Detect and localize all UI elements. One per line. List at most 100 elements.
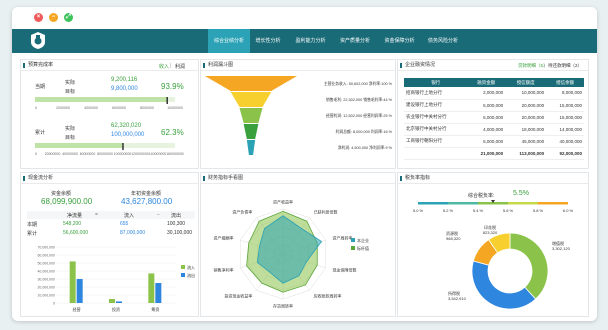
funnel-label: 销售毛利: 22,302,000 销售毛利率:44 %	[326, 97, 393, 102]
cash-cell: 548,200	[63, 221, 82, 227]
table-cell: 农业银行中关村分行	[404, 111, 468, 124]
nav-tab-0[interactable]: 综合业绩分析	[208, 29, 250, 53]
cash-cell: 100,300	[167, 221, 186, 227]
table-row[interactable]: 农业银行中关村分行 5,000,000 20,000,000 15,000,000	[404, 111, 584, 124]
maximize-icon[interactable]: ⤢	[64, 13, 73, 22]
total-cell	[404, 147, 468, 160]
cumulative-target: 100,000,000	[111, 132, 145, 138]
table-row[interactable]: 建设银行上地分行 5,000,000 20,000,000 15,000,000	[404, 99, 584, 112]
scale-label: 5.4 %	[473, 208, 484, 213]
scale-segment	[448, 202, 478, 205]
minimize-icon[interactable]: −	[49, 13, 58, 22]
year-balance-value: 43,627,800.00	[121, 197, 173, 206]
cash-row-label: 累计	[27, 231, 38, 237]
table-row[interactable]: 北京银行中关村分行 4,000,000 18,000,000 14,000,000	[404, 123, 584, 136]
cash-cell: 30,100,000	[167, 230, 193, 236]
progress-marker	[166, 97, 168, 104]
tab-income[interactable]: 收入	[159, 63, 169, 70]
scale-tick: 0	[35, 152, 37, 156]
y-tick-label: 60,000,000	[37, 254, 55, 258]
pie-value: 823,320	[483, 230, 498, 235]
scale-tick: 60000000	[80, 152, 96, 156]
bar-流入	[109, 299, 115, 303]
table-cell: 北京银行中关村分行	[404, 123, 468, 136]
close-icon[interactable]: ×	[34, 13, 43, 22]
y-tick-label: 70,000,000	[37, 246, 55, 250]
title-bar: × − ⤢	[12, 7, 597, 29]
funnel-label: 利润总额: 8,000,000 利润率:16 %	[336, 129, 393, 134]
table-cell: 8,000,000	[546, 87, 584, 100]
x-tick-label: 投资	[112, 306, 120, 312]
scale-tick: 20000000	[45, 152, 61, 156]
table-cell: 4,000,000	[467, 123, 506, 136]
pie-value: 3,542,910	[448, 296, 467, 301]
pie-value: 968,320	[446, 236, 461, 241]
y-tick-label: 20,000,000	[37, 286, 55, 290]
app-logo-icon	[31, 32, 45, 49]
radar-axis-label: 已获利息倍数	[314, 208, 338, 214]
nav-tab-1[interactable]: 增长性分析	[250, 29, 286, 53]
tax-rate-value: 5.5%	[513, 190, 529, 197]
table-cell: 40,000,000	[546, 135, 584, 148]
cash-col-header: 流出	[171, 213, 182, 219]
target-label: 目标	[65, 135, 76, 141]
tax-pie-chart: 增值税3,302,120所得税3,542,910资源税968,320印花税823…	[446, 224, 571, 310]
repay-detail-link[interactable]: 待还款明细（2）	[548, 63, 582, 69]
progress-fill	[35, 143, 123, 148]
cash-cell: 56,600,000	[63, 230, 89, 236]
x-tick-label: 经营	[73, 306, 81, 312]
y-tick-label: 10,000,000	[37, 294, 55, 298]
bar-流出	[76, 279, 83, 303]
actual-label: 实际	[65, 80, 76, 86]
tab-profit[interactable]: 利润	[175, 63, 185, 70]
nav-tab-2[interactable]: 盈利能力分析	[289, 29, 332, 53]
funnel-segment	[230, 92, 272, 107]
panel-title: 税负率指标	[398, 173, 588, 184]
funnel-panel: 利润漏斗图 主营业务收入: 50,602,000 净利率:100 % 销售毛利: …	[200, 59, 396, 169]
funnel-segment	[243, 124, 259, 139]
current-progress-bar: 0 2000000 4000000 6000000 8000000 10000000	[35, 97, 183, 110]
tax-rate-scale: 5.0 % 5.2 % 5.4 % 5.6 % 5.8 % 6.0 %	[413, 200, 574, 213]
current-target: 9,800,000	[111, 86, 138, 92]
table-cell: 15,000,000	[546, 111, 584, 124]
table-row[interactable]: 招商银行上地分行 2,000,000 10,000,000 8,000,000	[404, 87, 584, 100]
legend-swatch	[351, 238, 355, 242]
table-cell: 建设银行上地分行	[404, 99, 468, 112]
radar-panel: 财务指标手看图 资产收益率 已获利息倍数 资产周转率 现金保障倍数 应收账款周转率 存货周…	[200, 172, 396, 317]
y-tick-label: 30,000,000	[37, 278, 55, 282]
scale-tick: 120000000	[131, 152, 149, 156]
table-cell: 5,000,000	[467, 99, 506, 112]
budget-panel: 预算完成率 收入 | 利润 当期 实际 目标 9,200,116 9,800,0…	[20, 59, 199, 169]
table-cell: 招商银行上地分行	[404, 87, 468, 100]
tax-panel: 税负率指标 综合税负率: 5.5% 5.0 % 5.2 % 5.4 % 5.6 % 5.…	[397, 172, 589, 317]
scale-tick: 160000000	[166, 152, 184, 156]
y-tick-label: 50,000,000	[37, 262, 55, 266]
legend-swatch	[351, 246, 355, 250]
progress-fill	[35, 97, 167, 102]
cumulative-label: 累计	[35, 130, 46, 136]
radar-axis-label: 资产报酬率	[214, 234, 234, 240]
panel-title: 现金流分析	[21, 173, 198, 184]
nav-tab-5[interactable]: 债务风险分析	[423, 29, 463, 53]
radar-axis-label: 应收账款周转率	[314, 293, 342, 299]
cash-panel: 现金流分析 资金余额 68,099,900.00 年初资金余额 43,627,8…	[20, 172, 199, 317]
table-row[interactable]: 工商银行朝阳分行 5,000,000 45,000,000 40,000,000	[404, 135, 584, 148]
col-header: 授信额度	[505, 78, 547, 87]
legend-swatch	[181, 265, 185, 269]
total-cell: 113,000,000	[505, 147, 547, 160]
funnel-segment	[205, 76, 297, 91]
target-label: 目标	[65, 89, 76, 95]
radar-axis-label: 投资现金收益率	[224, 293, 252, 299]
legend-label: 本企业	[357, 237, 369, 243]
radar-axis-label: 存货周转率	[273, 303, 293, 309]
scale-tick: 80000000	[97, 152, 113, 156]
legend-label: 流出	[187, 272, 195, 278]
panel-title: 预算完成率	[21, 60, 198, 71]
nav-tab-4[interactable]: 资金保障分析	[378, 29, 421, 53]
scale-label: 5.8 %	[533, 208, 544, 213]
scale-tick: 10000000	[167, 106, 183, 110]
pie-slice-增值税	[509, 232, 549, 300]
nav-tab-3[interactable]: 资产质量分析	[334, 29, 376, 53]
balance-value: 68,099,900.00	[41, 197, 93, 206]
legend-label: 流入	[187, 264, 195, 270]
